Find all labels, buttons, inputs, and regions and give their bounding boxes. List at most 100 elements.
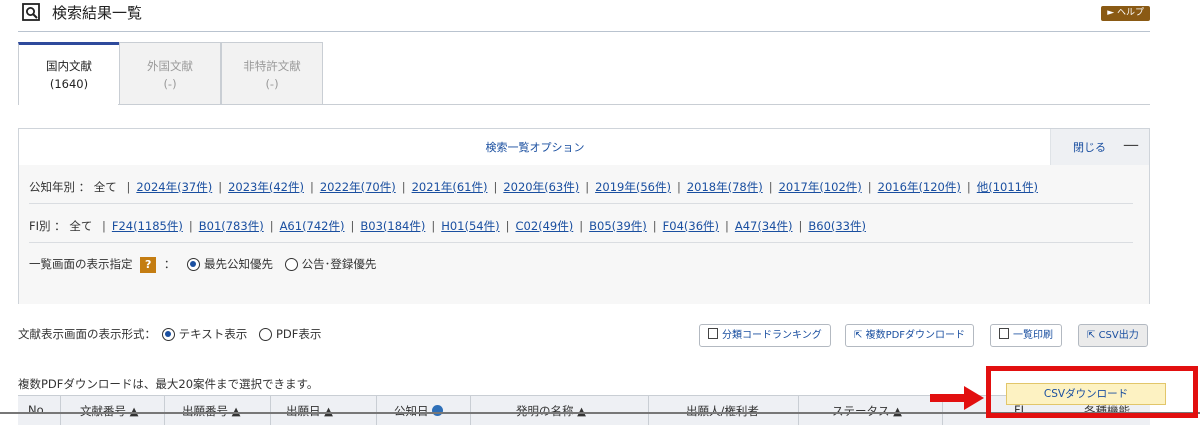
fi-filter-link[interactable]: F24(1185件) [112,219,183,233]
col-doc-number[interactable]: 文献番号 ▲ [80,403,139,419]
divider [376,396,377,425]
year-filter-link[interactable]: 2016年(120件) [878,180,961,194]
help-button[interactable]: ► ヘルプ [1101,6,1150,21]
link-separator: | [431,219,436,233]
multi-pdf-note: 複数PDFダウンロードは、最大20案件まで選択できます。 [18,377,319,391]
col-applicant: 出願人/権利者 [686,404,759,418]
options-header: 検索一覧オプション 閉じる — [19,129,1149,166]
page-title: 検索結果一覧 [52,4,143,22]
fi-filter-link[interactable]: B05(39件) [589,219,647,233]
sort-desc-icon [432,405,444,416]
col-invention-title[interactable]: 発明の名称 ▲ [516,403,586,419]
link-separator: | [768,180,773,194]
help-question-icon[interactable]: ? [140,256,157,273]
tab-foreign-count: (-) [163,77,177,91]
link-separator: | [269,219,274,233]
document-icon [708,328,718,339]
link-separator: | [725,219,729,233]
tabs-divider [118,104,1150,105]
link-separator: | [309,180,314,194]
fi-filter-link[interactable]: B60(33件) [808,219,866,233]
radio-pdf-display[interactable] [258,328,272,341]
link-separator: | [585,180,590,194]
col-publication-date[interactable]: 公知日 [394,403,444,419]
radio-pdf-display-label: PDF表示 [275,327,322,341]
link-separator: | [676,180,681,194]
tab-non-patent-label: 非特許文献 [243,59,301,73]
link-separator: | [652,219,657,233]
tab-foreign-label: 外国文献 [147,59,193,73]
tab-domestic[interactable]: 国内文献 (1640) [18,42,120,105]
csv-download-button[interactable]: CSVダウンロード [1006,383,1166,405]
link-separator: | [101,219,106,233]
classification-ranking-button[interactable]: 分類コードランキング [699,324,831,347]
tab-non-patent-count: (-) [265,77,279,91]
year-filter-link[interactable]: 2022年(70件) [320,180,396,194]
classification-ranking-label: 分類コードランキング [722,330,822,341]
col-filing-date[interactable]: 出願日 ▲ [286,403,333,419]
year-filter-link[interactable]: 2019年(56件) [595,180,671,194]
radio-earliest-publication[interactable] [186,258,200,271]
divider [60,396,61,425]
year-filter-link[interactable]: 他(1011件) [977,180,1038,194]
options-close-button[interactable]: 閉じる — [1050,129,1149,165]
year-filter-label: 公知年別 ： 全て [29,180,117,194]
col-status[interactable]: ステータス ▲ [832,403,902,419]
radio-registration-priority[interactable] [284,258,298,271]
print-list-label: 一覧印刷 [1013,330,1053,341]
fi-filter-link[interactable]: B03(184件) [360,219,425,233]
display-format-row: 文献表示画面の表示形式： テキスト表示 PDF表示 [18,326,321,342]
collapse-icon: — [1123,135,1139,154]
display-pref-label: 一覧画面の表示指定 [29,257,133,271]
csv-export-button[interactable]: ⇱ CSV出力 [1078,324,1148,347]
col-application-number[interactable]: 出願番号 ▲ [182,403,241,419]
divider [29,242,1133,243]
link-separator: | [798,219,803,233]
divider [798,396,799,425]
print-list-button[interactable]: 一覧印刷 [990,324,1062,347]
fi-filter-link[interactable]: A47(34件) [735,219,793,233]
search-options-panel: 検索一覧オプション 閉じる — 公知年別 ： 全て | 2024年(37件) | 20… [18,128,1150,304]
csv-export-label: CSV出力 [1098,330,1139,341]
radio-earliest-publication-label: 最先公知優先 [203,257,273,271]
year-filter-link[interactable]: 2021年(61件) [412,180,488,194]
tab-domestic-label: 国内文献 [46,59,92,73]
divider [164,396,165,425]
fi-filter-link[interactable]: F04(36件) [663,219,719,233]
display-pref-colon: ： [163,257,176,271]
link-separator: | [188,219,193,233]
year-filter-link[interactable]: 2020年(63件) [503,180,579,194]
link-separator: | [350,219,355,233]
fi-filter-label: FI別 ： 全て [29,219,93,233]
fi-filter-link[interactable]: H01(54件) [441,219,499,233]
display-pref-row: 一覧画面の表示指定 ? ： 最先公知優先 公告･登録優先 [29,256,376,273]
options-body: 公知年別 ： 全て | 2024年(37件) | 2023年(42件) | 2022年(7… [19,165,1149,304]
divider [270,396,271,425]
link-separator: | [126,180,131,194]
radio-text-display-label: テキスト表示 [178,327,248,341]
tab-foreign[interactable]: 外国文献 (-) [119,42,221,104]
link-separator: | [867,180,872,194]
fi-filter-link[interactable]: C02(49件) [515,219,573,233]
year-filter-row: 公知年別 ： 全て | 2024年(37件) | 2023年(42件) | 2022年(7… [29,179,1038,195]
divider [29,203,1133,204]
display-format-label: 文献表示画面の表示形式： [18,327,156,341]
radio-text-display[interactable] [161,328,175,341]
red-arrow-icon [964,386,984,410]
multi-pdf-download-label: 複数PDFダウンロード [865,330,966,341]
year-filter-link[interactable]: 2024年(37件) [136,180,212,194]
fi-filter-row: FI別 ： 全て | F24(1185件) | B01(783件) | A61(742件)… [29,218,866,234]
tab-domestic-count: (1640) [49,77,89,91]
multi-pdf-download-button[interactable]: ⇱ 複数PDFダウンロード [845,324,975,347]
red-arrow-shaft [930,394,968,402]
col-no: No. [28,403,48,417]
col-publication-date-label: 公知日 [394,404,429,418]
link-separator: | [493,180,498,194]
year-filter-link[interactable]: 2023年(42件) [228,180,304,194]
fi-filter-link[interactable]: B01(783件) [199,219,264,233]
year-filter-link[interactable]: 2017年(102件) [779,180,862,194]
year-filter-link[interactable]: 2018年(78件) [687,180,763,194]
tab-non-patent[interactable]: 非特許文献 (-) [221,42,323,104]
link-separator: | [218,180,223,194]
fi-filter-link[interactable]: A61(742件) [280,219,345,233]
